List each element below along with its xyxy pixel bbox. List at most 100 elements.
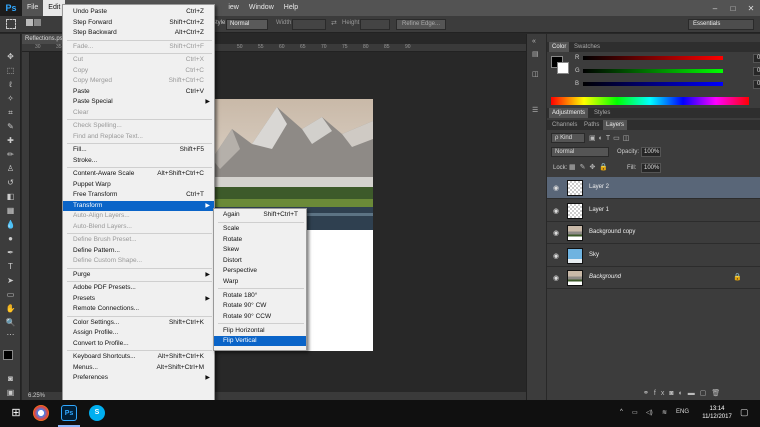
transform-item-distort[interactable]: Distort [214,256,306,266]
marquee-tool-icon[interactable] [6,19,16,29]
menu-item-check-spelling[interactable]: Check Spelling... [63,121,214,131]
slider-value-field[interactable]: 0 [753,80,760,89]
language-indicator[interactable]: ENG [676,409,689,415]
layer-row[interactable]: ◉ Background 🔒 [547,267,760,289]
fill-field[interactable]: 100% [641,163,661,173]
menu-item-fade[interactable]: Fade... Shift+Ctrl+F [63,42,214,52]
menu-item-define-custom-shape[interactable]: Define Custom Shape... [63,256,214,266]
mask-icon[interactable]: ◙ [669,390,678,397]
network-icon[interactable]: ▭ [632,409,638,416]
menu-help[interactable]: Help [279,0,303,16]
menu-item-copy-merged[interactable]: Copy Merged Shift+Ctrl+C [63,76,214,86]
menu-item-stroke[interactable]: Stroke... [63,156,214,166]
layer-row[interactable]: ◉ Layer 1 [547,199,760,222]
menu-item-content-aware-scale[interactable]: Content-Aware Scale Alt+Shift+Ctrl+C [63,169,214,179]
chrome-icon[interactable] [33,405,49,421]
transform-item-warp[interactable]: Warp [214,277,306,287]
layer-row[interactable]: ◉ Background copy [547,222,760,244]
menu-item-transform[interactable]: Transform ▶ [63,200,214,211]
menu-item-clear[interactable]: Clear [63,108,214,118]
color-slider-b[interactable]: B0 [575,80,760,90]
background-color-swatch[interactable] [557,62,569,74]
shape-icon[interactable]: ▭ [5,290,16,300]
menu-item-auto-align-layers[interactable]: Auto-Align Layers... [63,211,214,221]
screen-mode-icon[interactable]: ▣ [5,388,16,398]
menu-item-color-settings[interactable]: Color Settings... Shift+Ctrl+K [63,318,214,328]
menu-item-copy[interactable]: Copy Ctrl+C [63,66,214,76]
visibility-eye-icon[interactable]: ◉ [553,184,559,192]
dodge-icon[interactable]: ● [5,234,16,244]
refine-edge-button[interactable]: Refine Edge... [396,19,446,30]
blend-mode-select[interactable]: Normal [551,147,609,157]
tab-adjustments[interactable]: Adjustments [549,108,589,118]
menu-item-paste[interactable]: Paste Ctrl+V [63,87,214,97]
menu-item-paste-special[interactable]: Paste Special ▶ [63,97,214,107]
slider-track[interactable] [583,69,723,73]
gradient-icon[interactable]: ▦ [5,206,16,216]
history-icon[interactable]: ▤ [532,50,542,58]
more-tools-icon[interactable]: ⋯ [5,330,16,340]
transform-item-flip-vertical[interactable]: Flip Vertical [214,336,306,346]
menu-item-keyboard-shortcuts[interactable]: Keyboard Shortcuts... Alt+Shift+Ctrl+K [63,352,214,362]
lock-icons[interactable]: ▦✎✥🔒 [569,163,612,171]
layer-filter-select[interactable]: ρ Kind [551,133,585,143]
menu-item-assign-profile[interactable]: Assign Profile... [63,328,214,338]
menu-item-define-brush-preset[interactable]: Define Brush Preset... [63,235,214,245]
tab-color[interactable]: Color [549,42,570,52]
color-slider-g[interactable]: G0 [575,67,760,77]
menu-item-presets[interactable]: Presets ▶ [63,294,214,304]
tray-up-icon[interactable]: ^ [620,409,623,415]
eyedropper-icon[interactable]: ✎ [5,122,16,132]
clock[interactable]: 13:14 11/12/2017 [700,405,734,421]
transform-item-rotate-90-ccw[interactable]: Rotate 90° CCW [214,312,306,322]
menu-item-cut[interactable]: Cut Ctrl+X [63,55,214,65]
menu-item-convert-to-profile[interactable]: Convert to Profile... [63,339,214,349]
zoom-icon[interactable]: 🔍 [5,318,16,328]
move-tool-icon[interactable]: ✥ [5,52,16,62]
menu-item-find-and-replace-text[interactable]: Find and Replace Text... [63,132,214,142]
quick-mask-icon[interactable]: ◙ [5,374,16,384]
visibility-eye-icon[interactable]: ◉ [553,229,559,237]
stamp-icon[interactable]: ♙ [5,164,16,174]
eraser-icon[interactable]: ◧ [5,192,16,202]
slider-track[interactable] [583,82,723,86]
brush-icon[interactable]: ✏ [5,150,16,160]
tab-swatches[interactable]: Swatches [571,42,603,52]
adjust-properties-icon[interactable]: ☰ [532,106,542,114]
style-select[interactable]: Normal [226,19,268,30]
menu-file[interactable]: File [22,0,43,16]
minimize-icon[interactable]: – [706,4,724,13]
transform-item-perspective[interactable]: Perspective [214,266,306,276]
visibility-eye-icon[interactable]: ◉ [553,274,559,282]
selection-mode-icons[interactable] [26,19,56,29]
menu-window[interactable]: Window [244,0,279,16]
maximize-icon[interactable]: □ [724,4,742,13]
menu-item-fill[interactable]: Fill... Shift+F5 [63,145,214,155]
workspace-select[interactable]: Essentials [688,19,754,30]
layer-row[interactable]: ◉ Layer 2 [547,177,760,199]
menu-item-free-transform[interactable]: Free Transform Ctrl+T [63,190,214,200]
menu-item-auto-blend-layers[interactable]: Auto-Blend Layers... [63,222,214,232]
start-icon[interactable]: ⊞ [8,405,24,421]
menu-item-step-forward[interactable]: Step Forward Shift+Ctrl+Z [63,18,214,28]
magic-wand-icon[interactable]: ✧ [5,94,16,104]
menu-item-undo-paste[interactable]: Undo Paste Ctrl+Z [63,7,214,17]
opacity-field[interactable]: 100% [641,147,661,157]
lasso-icon[interactable]: ℓ [5,80,16,90]
menu-item-adobe-pdf-presets[interactable]: Adobe PDF Presets... [63,283,214,293]
tab-channels[interactable]: Channels [549,120,580,130]
path-select-icon[interactable]: ➤ [5,276,16,286]
menu-item-define-pattern[interactable]: Define Pattern... [63,246,214,256]
properties-icon[interactable]: ◫ [532,70,542,78]
menu-item-remote-connections[interactable]: Remote Connections... [63,304,214,314]
slider-value-field[interactable]: 0 [753,54,760,63]
color-ramp[interactable] [551,97,749,105]
transform-item-scale[interactable]: Scale [214,224,306,234]
marquee-icon[interactable]: ⬚ [5,66,16,76]
height-field[interactable] [360,19,390,30]
slider-track[interactable] [583,56,723,60]
wifi-icon[interactable]: ≋ [662,409,667,416]
visibility-eye-icon[interactable]: ◉ [553,252,559,260]
tab-paths[interactable]: Paths [581,120,602,130]
layer-filter-icons[interactable]: ▣◐T▭◫ [589,134,632,142]
